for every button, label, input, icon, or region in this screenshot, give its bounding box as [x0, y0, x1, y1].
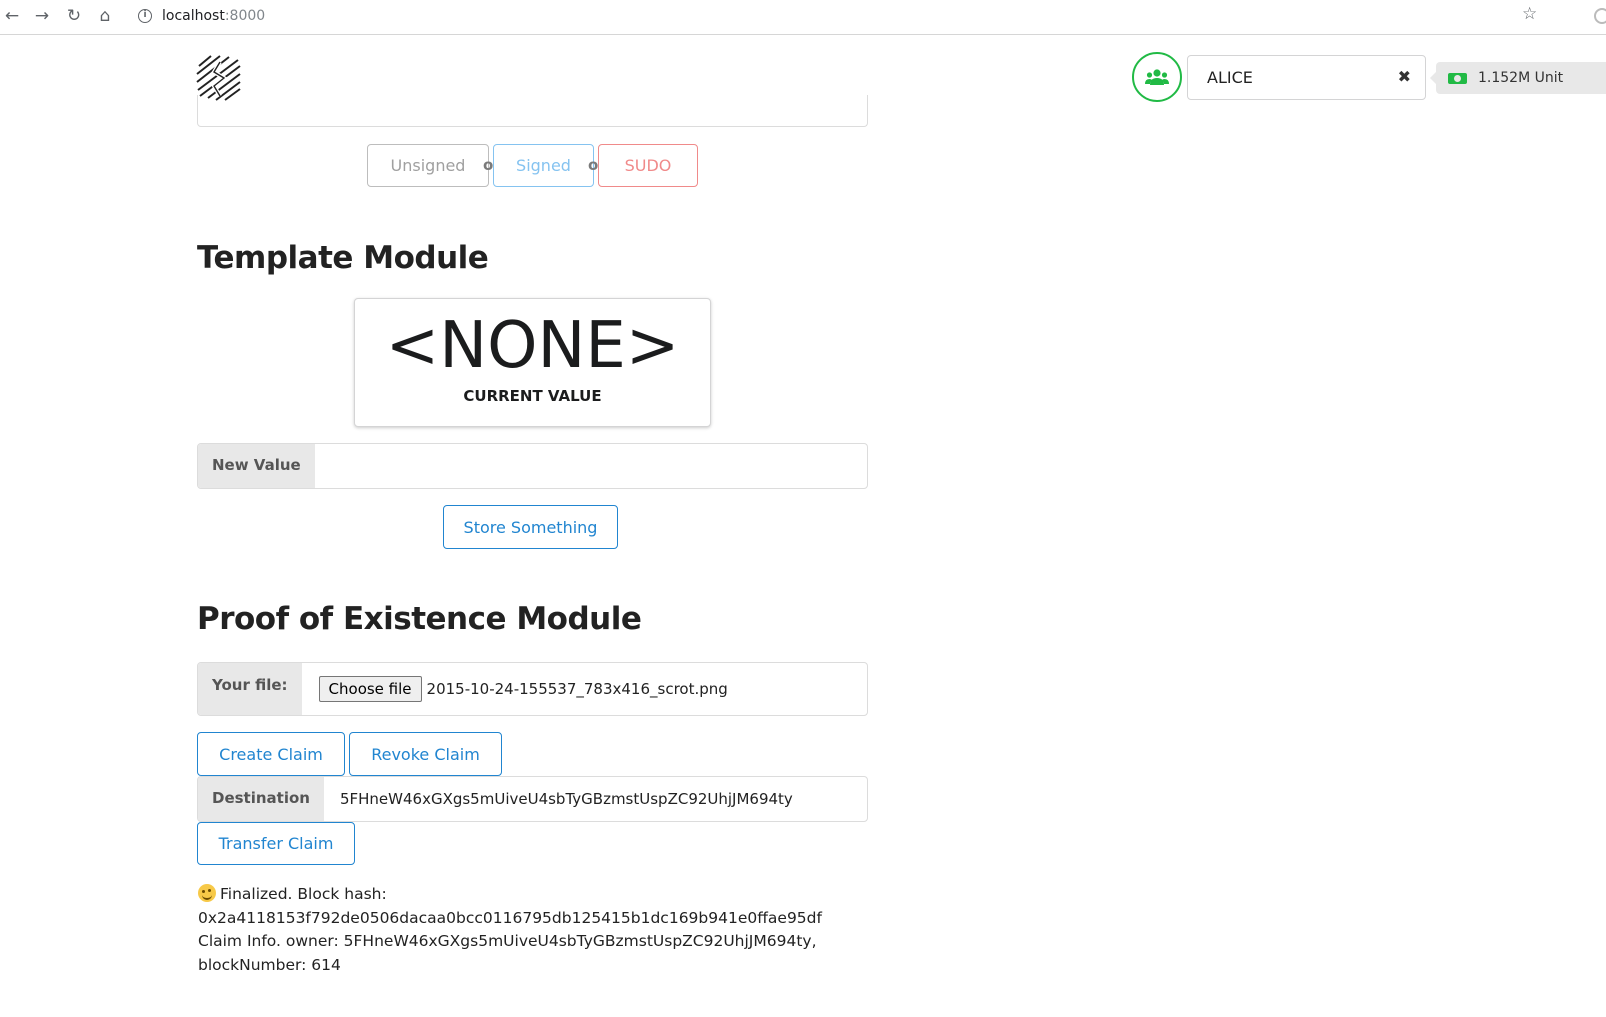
create-claim-button[interactable]: Create Claim: [197, 732, 345, 776]
address-bar[interactable]: i localhost:8000: [128, 2, 1588, 30]
forward-icon[interactable]: →: [30, 4, 54, 28]
new-value-input-group: New Value: [197, 443, 868, 489]
back-icon[interactable]: ←: [0, 4, 24, 28]
destination-label: Destination: [198, 777, 324, 821]
money-icon: [1448, 72, 1467, 84]
home-icon[interactable]: ⌂: [93, 4, 117, 28]
choose-file-button[interactable]: Choose file: [318, 676, 422, 702]
status-message: Finalized. Block hash: 0x2a4118153f792de…: [198, 883, 878, 977]
destination-input[interactable]: 5FHneW46xGXgs5mUiveU4sbTyGBzmstUspZC92Uh…: [324, 777, 867, 821]
status-line-3: Claim Info. owner: 5FHneW46xGXgs5mUiveU4…: [198, 932, 817, 950]
file-input[interactable]: Choose file 2015-10-24-155537_783x416_sc…: [302, 663, 867, 715]
status-line-4: blockNumber: 614: [198, 955, 341, 974]
bookmark-star-icon[interactable]: ☆: [1522, 4, 1537, 24]
previous-card: [197, 95, 868, 127]
account-name: ALICE: [1207, 68, 1253, 87]
store-something-button[interactable]: Store Something: [443, 505, 618, 549]
transfer-claim-button[interactable]: Transfer Claim: [197, 822, 355, 865]
file-label: Your file:: [198, 663, 302, 715]
reload-icon[interactable]: ↻: [62, 4, 86, 28]
sudo-button[interactable]: SUDO: [598, 144, 698, 187]
users-icon[interactable]: [1132, 52, 1182, 102]
profile-icon[interactable]: [1594, 8, 1606, 24]
unsigned-button[interactable]: Unsigned: [367, 144, 489, 187]
url-host: localhost: [162, 8, 225, 24]
balance-amount: 1.152M Unit: [1478, 70, 1564, 86]
new-value-label: New Value: [198, 444, 315, 488]
signed-button[interactable]: Signed: [493, 144, 594, 187]
balance-label: 1.152M Unit: [1430, 62, 1606, 94]
template-module-title: Template Module: [197, 240, 489, 276]
browser-toolbar: ← → ↻ ⌂ i localhost:8000 ☆: [0, 0, 1606, 35]
destination-input-group: Destination 5FHneW46xGXgs5mUiveU4sbTyGBz…: [197, 776, 868, 822]
site-info-icon[interactable]: i: [138, 9, 152, 23]
current-value-card: <NONE> CURRENT VALUE: [354, 298, 711, 427]
status-line-1: Finalized. Block hash:: [220, 885, 387, 903]
revoke-claim-button[interactable]: Revoke Claim: [349, 732, 502, 776]
new-value-input[interactable]: [315, 444, 867, 488]
poe-module-title: Proof of Existence Module: [197, 601, 642, 637]
current-value: <NONE>: [385, 309, 680, 383]
file-input-group: Your file: Choose file 2015-10-24-155537…: [197, 662, 868, 716]
file-name: 2015-10-24-155537_783x416_scrot.png: [426, 680, 728, 698]
account-select[interactable]: ALICE ✖: [1187, 55, 1426, 100]
status-line-2: 0x2a4118153f792de0506dacaa0bcc0116795db1…: [198, 908, 822, 927]
url-port: :8000: [224, 8, 266, 24]
current-value-label: CURRENT VALUE: [463, 387, 602, 405]
close-icon[interactable]: ✖: [1398, 67, 1411, 86]
smile-emoji-icon: [198, 884, 216, 902]
